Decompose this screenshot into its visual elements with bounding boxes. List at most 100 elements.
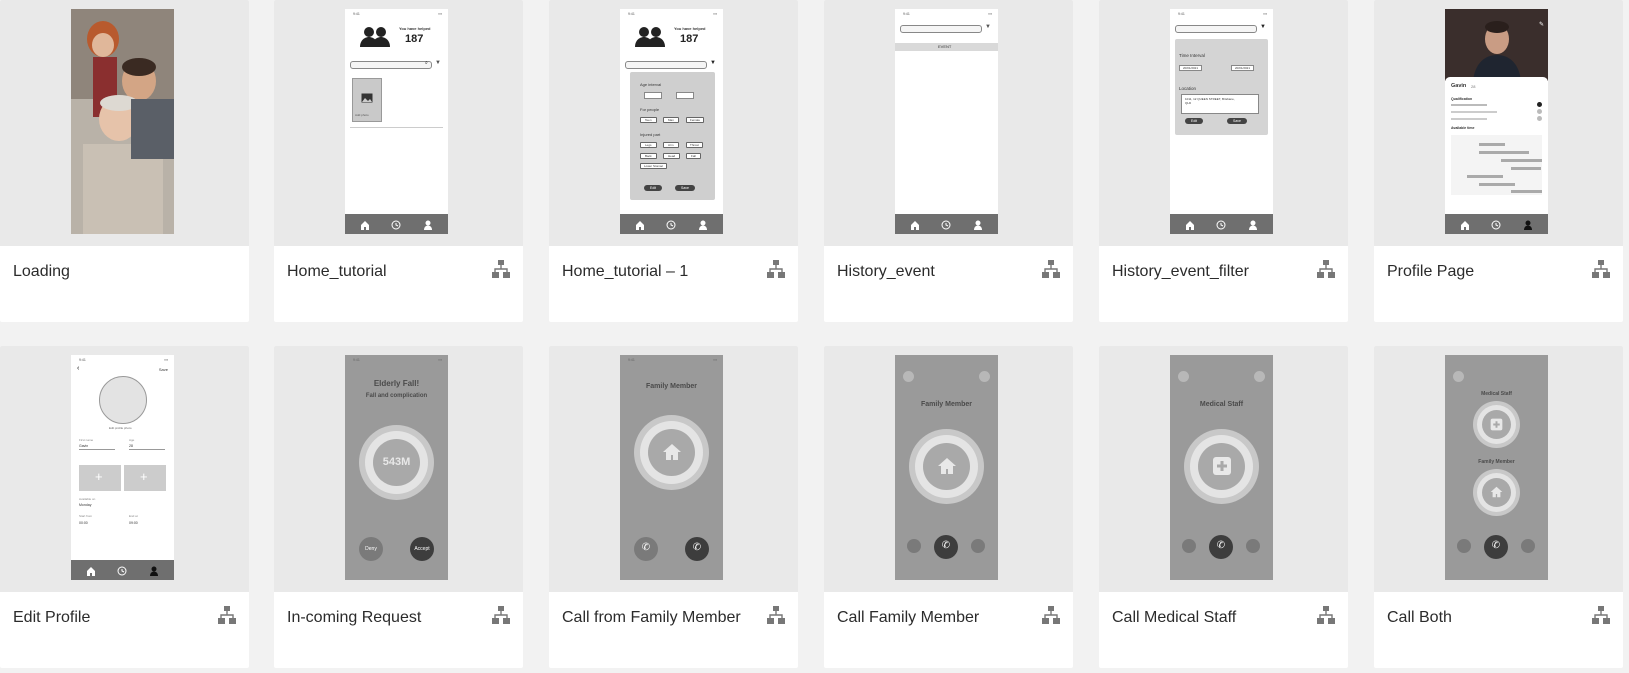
minimize-icon[interactable] (1453, 371, 1464, 382)
screen-label[interactable]: Home_tutorial (287, 263, 387, 281)
back-chevron-icon[interactable]: ‹ (77, 365, 79, 372)
avatar[interactable] (99, 376, 147, 424)
home-icon[interactable] (909, 218, 921, 230)
screen-thumbnail[interactable]: ✎ Gavin 28 Qualification Available time (1374, 0, 1623, 246)
save-link[interactable]: Save (159, 367, 168, 372)
camera-button[interactable] (971, 539, 985, 553)
screen-label[interactable]: Edit Profile (13, 609, 90, 627)
screen-label[interactable]: Call from Family Member (562, 609, 741, 627)
screen-thumbnail[interactable]: Family Member ✆ (824, 346, 1073, 592)
screen-card-history-event[interactable]: 9:41 ▪▪▪ ▼ EVENT History_event (824, 0, 1073, 322)
screen-label[interactable]: History_event_filter (1112, 263, 1249, 281)
prototype-flow-icon[interactable] (766, 605, 786, 625)
prototype-flow-icon[interactable] (766, 259, 786, 279)
screen-thumbnail[interactable]: 9:41 ▪▪▪ ▼ Time Interval 20/01/2021 20/0… (1099, 0, 1348, 246)
screen-label[interactable]: Loading (13, 263, 70, 281)
screen-card-loading[interactable]: Loading (0, 0, 249, 322)
radio-option[interactable] (1537, 116, 1542, 121)
video-off-button[interactable] (1457, 539, 1471, 553)
screen-thumbnail[interactable] (0, 0, 249, 246)
screen-card-home-tutorial[interactable]: 9:41 ▪▪▪ You have helped 187 ⌕ ▼ Add pho… (274, 0, 523, 322)
screen-thumbnail[interactable]: 9:41 ▪▪▪ ▼ EVENT (824, 0, 1073, 246)
age-to-input[interactable] (676, 92, 694, 99)
people-option-chip[interactable]: Man (663, 117, 679, 123)
people-option-chip[interactable]: Teen (640, 117, 657, 123)
end-call-button[interactable]: ✆ (1209, 535, 1233, 559)
save-button[interactable]: Save (675, 185, 695, 191)
history-icon[interactable] (116, 564, 128, 576)
save-button[interactable]: Save (1227, 118, 1247, 124)
prototype-flow-icon[interactable] (1591, 605, 1611, 625)
start-time-field[interactable]: 00:00 (79, 521, 88, 525)
date-from-input[interactable]: 20/01/2021 (1179, 65, 1203, 71)
prototype-flow-icon[interactable] (491, 605, 511, 625)
prototype-flow-icon[interactable] (1591, 259, 1611, 279)
home-icon[interactable] (1459, 218, 1471, 230)
add-qualification-button[interactable]: + (79, 465, 121, 491)
prototype-flow-icon[interactable] (1316, 259, 1336, 279)
screen-thumbnail[interactable]: 9:41 ▪▪▪ You have helped 187 ▼ Age inter… (549, 0, 798, 246)
screen-label[interactable]: Profile Page (1387, 263, 1474, 281)
history-icon[interactable] (1215, 218, 1227, 230)
history-icon[interactable] (1490, 218, 1502, 230)
injured-option-chip[interactable]: Arm (663, 142, 679, 148)
minimize-icon[interactable] (1178, 371, 1189, 382)
screen-thumbnail[interactable]: Medical Staff Family Member ✆ (1374, 346, 1623, 592)
accept-button[interactable]: Accept (410, 537, 434, 561)
camera-button[interactable] (1246, 539, 1260, 553)
home-icon[interactable] (359, 218, 371, 230)
screen-card-incoming-request[interactable]: 9:41 ▪▪▪ Elderly Fall! Fall and complica… (274, 346, 523, 668)
age-from-input[interactable] (644, 92, 662, 99)
filter-icon[interactable]: ▼ (985, 24, 991, 30)
screen-thumbnail[interactable]: 9:41 ▪▪▪ You have helped 187 ⌕ ▼ Add pho… (274, 0, 523, 246)
screen-card-call-both[interactable]: Medical Staff Family Member ✆ Call Both (1374, 346, 1623, 668)
speaker-icon[interactable] (979, 371, 990, 382)
location-input[interactable]: 1011, 12 QUEEN STREET, Brisbane, QLD (1181, 94, 1259, 114)
injured-option-chip[interactable]: Throat (686, 142, 703, 148)
accept-call-button[interactable]: ✆ (685, 537, 709, 561)
profile-icon[interactable] (697, 218, 709, 230)
injured-option-chip[interactable]: Head (663, 153, 681, 159)
edit-pencil-icon[interactable]: ✎ (1539, 21, 1544, 28)
date-to-input[interactable]: 20/01/2021 (1231, 65, 1255, 71)
history-icon[interactable] (665, 218, 677, 230)
camera-button[interactable] (1521, 539, 1535, 553)
profile-icon[interactable] (1522, 218, 1534, 230)
screen-card-call-from-family[interactable]: 9:41 ▪▪▪ Family Member ✆ ✆ Call from Fam… (549, 346, 798, 668)
radio-selected[interactable] (1537, 102, 1542, 107)
deny-button[interactable]: Deny (359, 537, 383, 561)
prototype-flow-icon[interactable] (217, 605, 237, 625)
injured-option-chip[interactable]: Back (640, 153, 657, 159)
screen-card-call-medical[interactable]: Medical Staff ✆ Call Medical Staff (1099, 346, 1348, 668)
search-input[interactable] (350, 61, 432, 69)
screen-thumbnail[interactable]: 9:41 ▪▪▪ ‹ Save Edit profile photo First… (0, 346, 249, 592)
prototype-flow-icon[interactable] (491, 259, 511, 279)
edit-photo-label[interactable]: Edit profile photo (109, 426, 132, 430)
injured-option-chip[interactable]: Fall (686, 153, 701, 159)
profile-icon[interactable] (972, 218, 984, 230)
speaker-icon[interactable] (1254, 371, 1265, 382)
screen-thumbnail[interactable]: 9:41 ▪▪▪ Elderly Fall! Fall and complica… (274, 346, 523, 592)
history-icon[interactable] (390, 218, 402, 230)
screen-card-profile-page[interactable]: ✎ Gavin 28 Qualification Available time (1374, 0, 1623, 322)
profile-icon[interactable] (1247, 218, 1259, 230)
end-call-button[interactable]: ✆ (934, 535, 958, 559)
edit-button[interactable]: Edit (644, 185, 663, 191)
screen-thumbnail[interactable]: Medical Staff ✆ (1099, 346, 1348, 592)
home-icon[interactable] (85, 564, 97, 576)
screen-thumbnail[interactable]: 9:41 ▪▪▪ Family Member ✆ ✆ (549, 346, 798, 592)
available-day-select[interactable]: Monday (79, 503, 91, 507)
first-name-field[interactable]: Gavin (79, 444, 88, 448)
history-icon[interactable] (940, 218, 952, 230)
end-call-button[interactable]: ✆ (1484, 535, 1508, 559)
search-input[interactable] (900, 25, 982, 33)
radio-option[interactable] (1537, 109, 1542, 114)
end-time-field[interactable]: 09:00 (129, 521, 138, 525)
screen-label[interactable]: History_event (837, 263, 935, 281)
screen-card-call-family[interactable]: Family Member ✆ Call Family Member (824, 346, 1073, 668)
screen-card-edit-profile[interactable]: 9:41 ▪▪▪ ‹ Save Edit profile photo First… (0, 346, 249, 668)
injured-option-chip[interactable]: Legs (640, 142, 657, 148)
screen-label[interactable]: Home_tutorial – 1 (562, 263, 688, 281)
decline-call-button[interactable]: ✆ (634, 537, 658, 561)
filter-icon[interactable]: ▼ (1260, 24, 1266, 30)
